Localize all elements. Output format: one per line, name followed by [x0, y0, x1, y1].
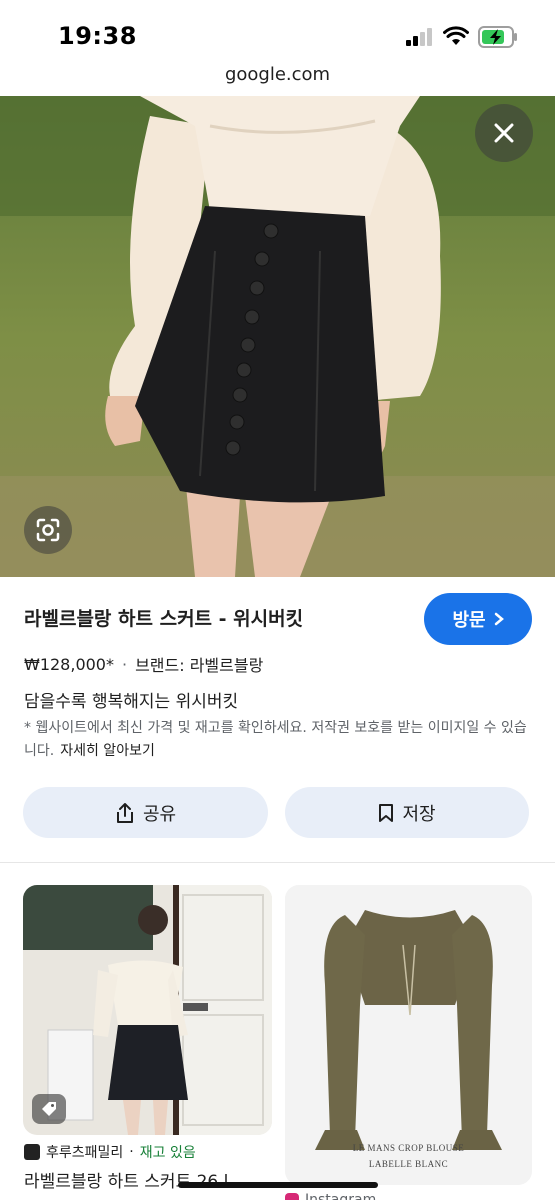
lens-search-button[interactable] — [24, 506, 72, 554]
tag-icon — [42, 1102, 56, 1116]
save-label: 저장 — [402, 803, 436, 825]
product-image[interactable] — [0, 96, 555, 577]
cellular-signal-icon — [406, 28, 432, 46]
battery-charging-icon — [478, 26, 517, 48]
instagram-source-row: Instagram — [285, 1192, 376, 1200]
source-favicon — [24, 1144, 40, 1160]
disclaimer: * 웹사이트에서 최신 가격 및 재고를 확인하세요. 저작권 보호를 받는 이… — [24, 717, 534, 763]
share-label: 공유 — [142, 803, 177, 825]
status-bar: 19:38 — [0, 0, 555, 62]
related-source-row: 후루츠패밀리 · 재고 있음 — [24, 1142, 196, 1162]
instagram-label: Instagram — [305, 1192, 377, 1200]
learn-more-link[interactable]: 자세히 알아보기 — [60, 743, 155, 759]
save-button[interactable]: 저장 — [285, 787, 529, 838]
chevron-right-icon — [494, 612, 504, 626]
price-row: ₩128,000* · 브랜드: 라벨르블랑 — [24, 652, 263, 676]
visit-button[interactable]: 방문 — [424, 593, 532, 645]
source-name: 후루츠패밀리 — [46, 1145, 124, 1161]
url-bar[interactable]: google.com — [0, 64, 555, 92]
product-tag-button[interactable] — [32, 1094, 66, 1124]
home-indicator[interactable] — [178, 1182, 378, 1188]
related-result-image-2[interactable]: LE MANS CROP BLOUSE LABELLE BLANC — [285, 885, 532, 1185]
product-tagline: 담을수록 행복해지는 위시버킷 — [24, 692, 239, 712]
brand-caption: LABELLE BLANC — [368, 1159, 449, 1169]
price: ₩128,000* — [24, 654, 114, 674]
close-button[interactable] — [475, 104, 533, 162]
section-divider — [0, 862, 555, 863]
separator-dot: · — [121, 654, 128, 674]
separator-dot: · — [129, 1144, 134, 1160]
instagram-icon — [285, 1193, 299, 1200]
stock-status: 재고 있음 — [139, 1145, 196, 1161]
close-icon — [494, 123, 514, 143]
bookmark-icon — [379, 803, 394, 822]
share-button[interactable]: 공유 — [23, 787, 268, 838]
product-caption: LE MANS CROP BLOUSE — [352, 1143, 465, 1153]
brand: 브랜드: 라벨르블랑 — [135, 656, 264, 675]
status-time: 19:38 — [58, 22, 137, 50]
camera-lens-icon — [36, 518, 60, 542]
wifi-icon — [443, 26, 469, 45]
related-result-title[interactable]: 라벨르블랑 하트 스커트 26 l... — [24, 1167, 269, 1192]
share-icon — [116, 802, 133, 823]
product-title: 라벨르블랑 하트 스커트 - 위시버킷 — [24, 608, 304, 630]
visit-button-label: 방문 — [452, 610, 486, 631]
